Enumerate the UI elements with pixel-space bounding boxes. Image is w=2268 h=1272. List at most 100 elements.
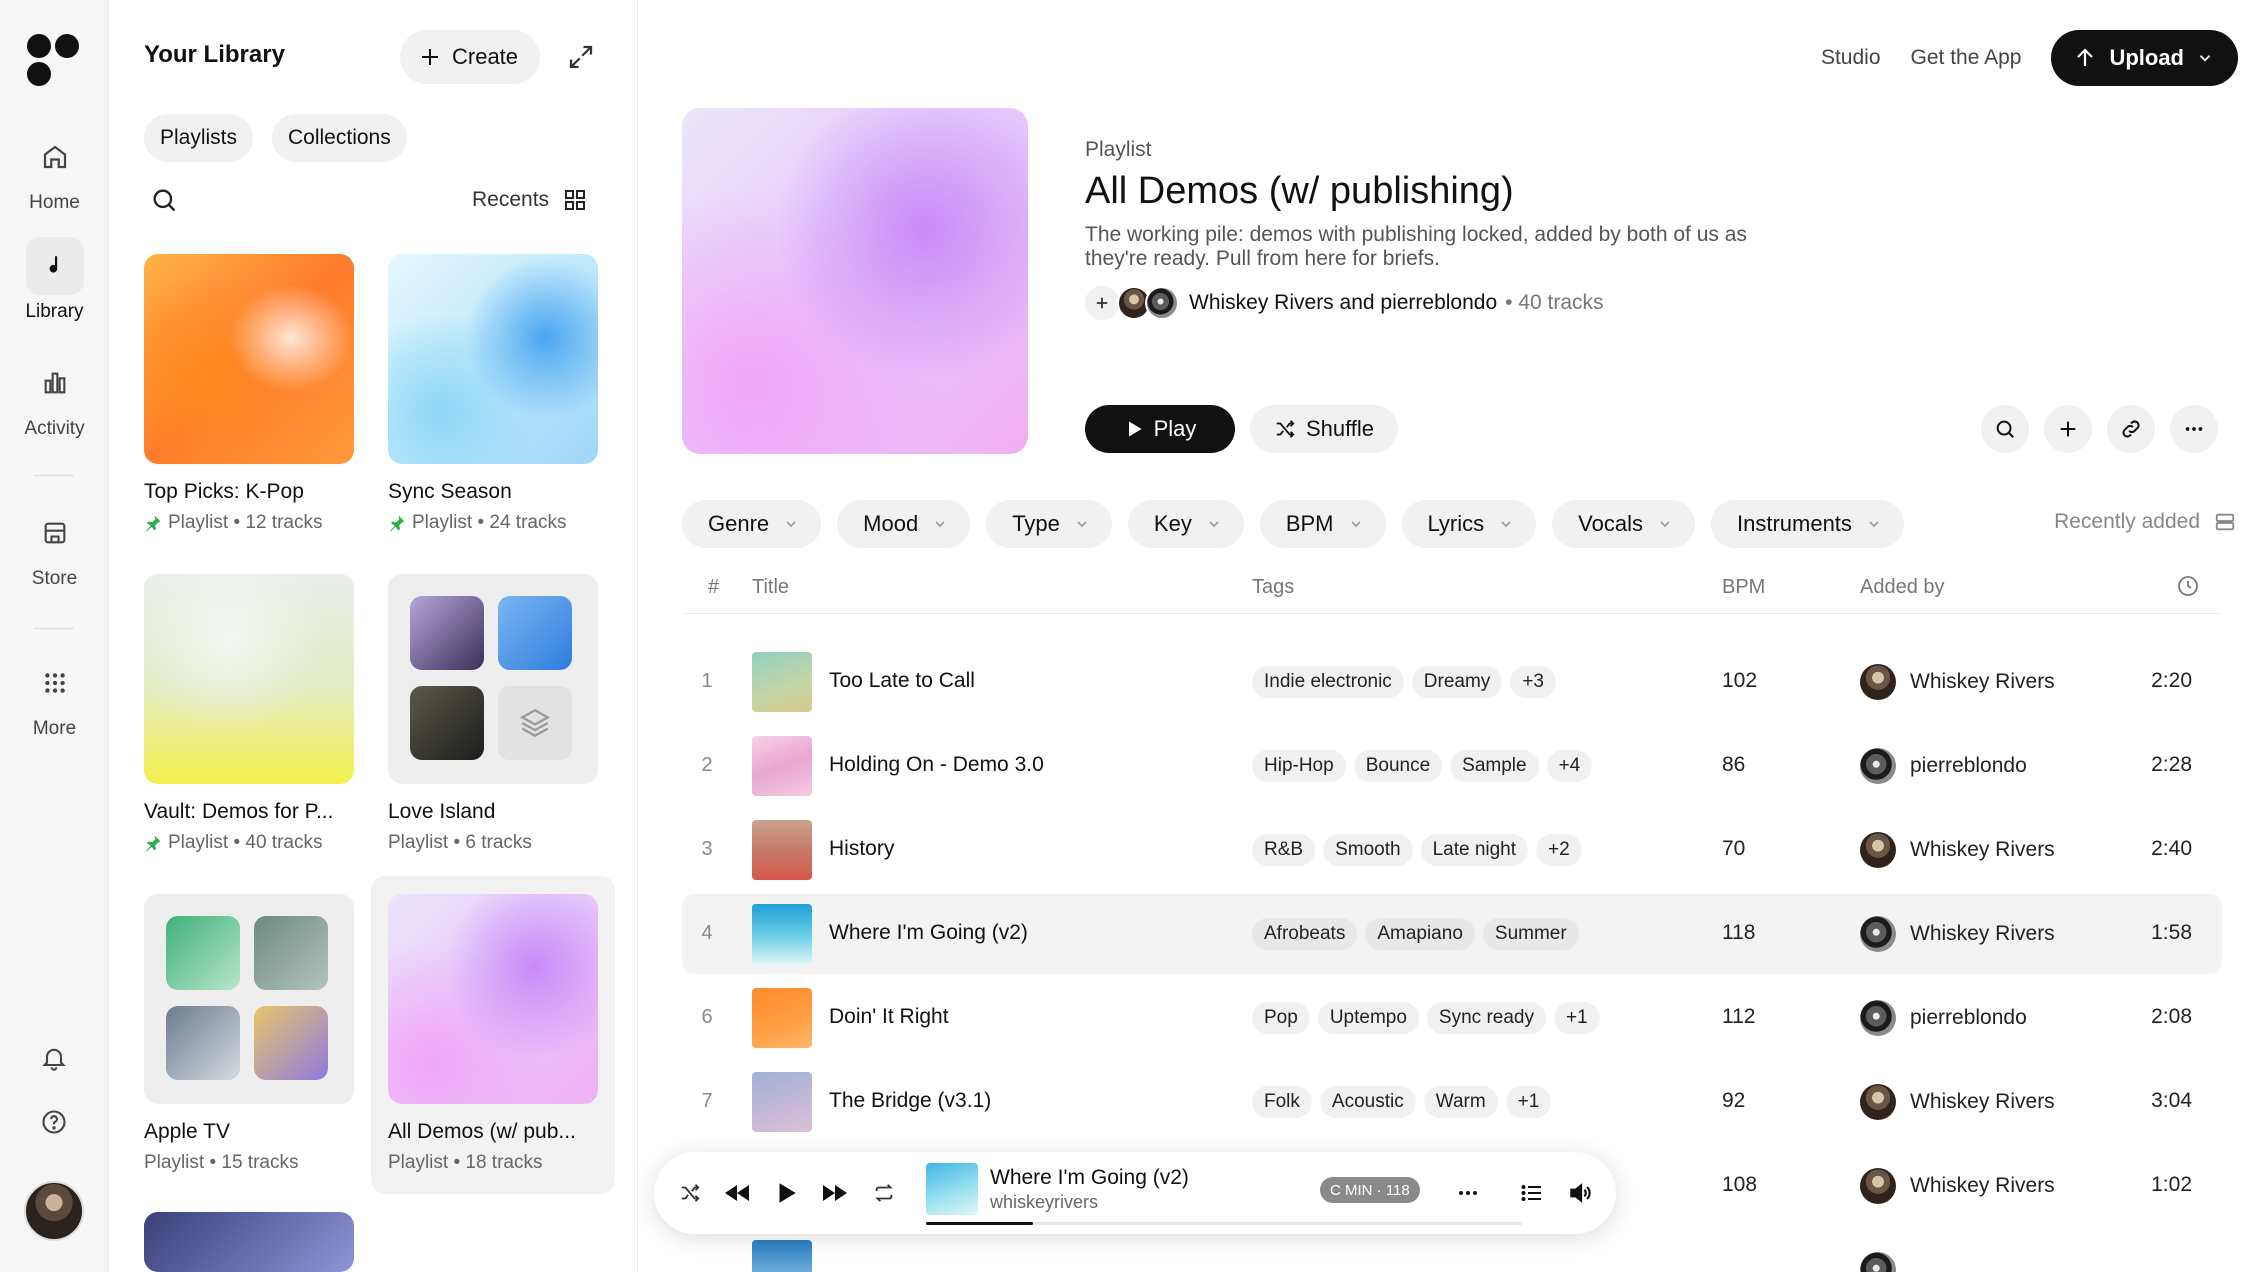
table-row[interactable]: 6 Doin' It Right Pop Uptempo Sync ready … bbox=[682, 978, 2222, 1058]
tag-more[interactable]: +4 bbox=[1546, 750, 1593, 782]
library-card[interactable]: Sync Season Playlist • 24 tracks bbox=[388, 254, 600, 534]
sort-recently-added[interactable]: Recently added bbox=[2054, 510, 2236, 534]
tag[interactable]: Uptempo bbox=[1317, 1002, 1419, 1034]
tab-playlists[interactable]: Playlists bbox=[144, 114, 254, 162]
tag-more[interactable]: +1 bbox=[1505, 1086, 1552, 1118]
filter-instruments[interactable]: Instruments bbox=[1710, 500, 1904, 548]
library-card[interactable]: All Demos (w/ pub... Playlist • 18 track… bbox=[388, 894, 600, 1174]
play-icon[interactable] bbox=[770, 1177, 802, 1209]
tag-more[interactable]: +3 bbox=[1510, 666, 1556, 698]
shuffle-button[interactable]: Shuffle bbox=[1250, 405, 1398, 453]
search-icon[interactable] bbox=[150, 186, 180, 216]
tag[interactable]: Amapiano bbox=[1365, 918, 1475, 950]
tag[interactable]: Sync ready bbox=[1426, 1002, 1546, 1034]
tag[interactable]: Acoustic bbox=[1319, 1086, 1416, 1118]
progress-bar[interactable] bbox=[926, 1222, 1522, 1225]
tag[interactable]: Pop bbox=[1252, 1002, 1310, 1034]
app-logo[interactable] bbox=[27, 34, 81, 88]
filter-mood[interactable]: Mood bbox=[837, 500, 971, 548]
tag[interactable]: Warm bbox=[1423, 1086, 1498, 1118]
tag[interactable]: Summer bbox=[1482, 918, 1579, 950]
track-title[interactable]: History bbox=[829, 837, 894, 861]
tab-collections[interactable]: Collections bbox=[272, 114, 407, 162]
rail-item-library[interactable]: Library bbox=[0, 237, 109, 323]
filter-lyrics[interactable]: Lyrics bbox=[1401, 500, 1537, 548]
help-icon[interactable] bbox=[34, 1102, 74, 1142]
shuffle-icon[interactable] bbox=[674, 1177, 706, 1209]
filter-bpm[interactable]: BPM bbox=[1259, 500, 1386, 548]
library-card[interactable]: Love Island Playlist • 6 tracks bbox=[388, 574, 600, 854]
bell-icon[interactable] bbox=[34, 1038, 74, 1078]
share-link-button[interactable] bbox=[2107, 405, 2155, 453]
table-row[interactable]: 3 History R&B Smooth Late night +2 70 Wh… bbox=[682, 810, 2222, 890]
tag[interactable]: Hip-Hop bbox=[1252, 750, 1346, 782]
tag[interactable]: Afrobeats bbox=[1252, 918, 1358, 950]
add-track-button[interactable] bbox=[2044, 405, 2092, 453]
track-title[interactable]: Holding On - Demo 3.0 bbox=[829, 753, 1044, 777]
track-title[interactable]: Doin' It Right bbox=[829, 1005, 949, 1029]
track-title[interactable]: The Bridge (v3.1) bbox=[829, 1089, 991, 1113]
sort-recents[interactable]: Recents bbox=[472, 188, 587, 212]
play-button[interactable]: Play bbox=[1085, 405, 1235, 453]
library-card[interactable] bbox=[144, 1212, 356, 1272]
previous-icon[interactable] bbox=[722, 1177, 754, 1209]
added-by[interactable]: Whiskey Rivers bbox=[1910, 922, 2055, 946]
filter-key[interactable]: Key bbox=[1127, 500, 1244, 548]
queue-icon[interactable] bbox=[1516, 1177, 1548, 1209]
added-by[interactable]: Whiskey Rivers bbox=[1910, 670, 2055, 694]
rail-item-activity[interactable]: Activity bbox=[0, 354, 109, 440]
library-card[interactable]: Apple TV Playlist • 15 tracks bbox=[144, 894, 356, 1174]
avatar[interactable] bbox=[24, 1181, 84, 1241]
table-row[interactable]: 7 The Bridge (v3.1) Folk Acoustic Warm +… bbox=[682, 1062, 2222, 1142]
clock-icon[interactable] bbox=[2176, 574, 2200, 604]
filter-type[interactable]: Type bbox=[986, 500, 1112, 548]
search-button[interactable] bbox=[1981, 405, 2029, 453]
tag-more[interactable]: +1 bbox=[1553, 1002, 1600, 1034]
repeat-icon[interactable] bbox=[868, 1177, 900, 1209]
volume-icon[interactable] bbox=[1564, 1177, 1596, 1209]
rail-item-home[interactable]: Home bbox=[0, 128, 109, 214]
upload-button[interactable]: Upload bbox=[2051, 30, 2238, 86]
added-by[interactable]: pierreblondo bbox=[1910, 754, 2027, 778]
rail-item-more[interactable]: More bbox=[0, 654, 109, 740]
track-title[interactable]: Too Late to Call bbox=[829, 669, 975, 693]
library-card[interactable]: Top Picks: K-Pop Playlist • 12 tracks bbox=[144, 254, 356, 534]
tag-more[interactable]: +2 bbox=[1536, 834, 1582, 866]
table-row[interactable]: 4 Where I'm Going (v2) Afrobeats Amapian… bbox=[682, 894, 2222, 974]
get-app-link[interactable]: Get the App bbox=[1911, 46, 2022, 70]
tag[interactable]: Bounce bbox=[1353, 750, 1443, 782]
tag[interactable]: Folk bbox=[1252, 1086, 1312, 1118]
track-title[interactable]: Where I'm Going (v2) bbox=[829, 921, 1028, 945]
added-by[interactable]: Whiskey Rivers bbox=[1910, 1174, 2055, 1198]
col-added-by[interactable]: Added by bbox=[1860, 576, 1945, 599]
more-options-button[interactable] bbox=[2170, 405, 2218, 453]
added-by[interactable]: pierreblondo bbox=[1910, 1006, 2027, 1030]
table-row[interactable]: 1 Too Late to Call Indie electronic Drea… bbox=[682, 642, 2222, 722]
table-row[interactable] bbox=[682, 1230, 2222, 1272]
filter-vocals[interactable]: Vocals bbox=[1552, 500, 1695, 548]
more-dots-icon[interactable] bbox=[1452, 1177, 1484, 1209]
next-icon[interactable] bbox=[818, 1177, 850, 1209]
col-title[interactable]: Title bbox=[752, 576, 789, 599]
expand-icon[interactable] bbox=[566, 42, 596, 72]
create-button[interactable]: Create bbox=[400, 30, 541, 84]
rail-item-store[interactable]: Store bbox=[0, 504, 109, 590]
tag[interactable]: R&B bbox=[1252, 834, 1316, 866]
studio-link[interactable]: Studio bbox=[1821, 46, 1881, 70]
now-playing-artist[interactable]: whiskeyrivers bbox=[990, 1192, 1098, 1213]
owners-text[interactable]: Whiskey Rivers and pierreblondo bbox=[1189, 291, 1497, 315]
tag[interactable]: Late night bbox=[1420, 834, 1529, 866]
table-row[interactable]: 2 Holding On - Demo 3.0 Hip-Hop Bounce S… bbox=[682, 726, 2222, 806]
avatar[interactable] bbox=[1145, 286, 1179, 320]
filter-genre[interactable]: Genre bbox=[682, 500, 822, 548]
col-bpm[interactable]: BPM bbox=[1722, 576, 1765, 599]
library-card[interactable]: Vault: Demos for P... Playlist • 40 trac… bbox=[144, 574, 356, 854]
tag[interactable]: Dreamy bbox=[1411, 666, 1503, 698]
tag[interactable]: Sample bbox=[1450, 750, 1539, 782]
now-playing-title[interactable]: Where I'm Going (v2) bbox=[990, 1166, 1189, 1190]
added-by[interactable]: Whiskey Rivers bbox=[1910, 838, 2055, 862]
added-by[interactable]: Whiskey Rivers bbox=[1910, 1090, 2055, 1114]
add-collaborator-button[interactable] bbox=[1085, 286, 1119, 320]
tag[interactable]: Indie electronic bbox=[1252, 666, 1404, 698]
tag[interactable]: Smooth bbox=[1323, 834, 1413, 866]
